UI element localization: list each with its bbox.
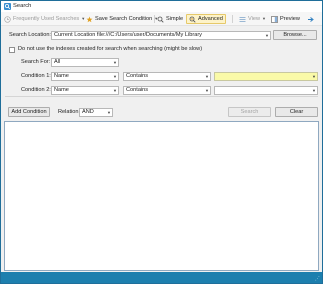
chevron-down-icon: ▼ — [312, 74, 316, 79]
advanced-mode-label: Advanced — [198, 16, 223, 22]
search-app-icon — [4, 3, 11, 10]
clear-button[interactable]: Clear — [275, 107, 318, 117]
condition-1-value-input[interactable]: ▼ — [214, 72, 318, 81]
simple-search-icon — [157, 16, 164, 23]
condition-1-field-select[interactable]: Name ▼ — [51, 72, 119, 81]
search-button[interactable]: Search — [228, 107, 271, 117]
history-icon — [4, 15, 11, 23]
search-results-pane[interactable] — [4, 121, 319, 271]
toolbar: Frequently Used Searches ▼ Save Search C… — [1, 12, 322, 26]
search-location-field[interactable]: Current Location file:///C:/Users/user/D… — [51, 31, 271, 40]
search-for-value: All — [54, 59, 61, 65]
toolbar-separator — [232, 15, 233, 23]
relation-select[interactable]: AND ▼ — [79, 108, 113, 117]
condition-1-field-value: Name — [54, 73, 69, 79]
search-conditions-panel: Search Location: Current Location file:/… — [1, 27, 322, 121]
chevron-down-icon: ▼ — [81, 16, 86, 21]
form-divider — [5, 96, 318, 97]
preview-button[interactable]: Preview — [271, 14, 300, 24]
pin-button[interactable] — [307, 14, 315, 24]
window-title: Search — [13, 3, 32, 9]
browse-button[interactable]: Browse... — [273, 30, 317, 40]
chevron-down-icon: ▼ — [113, 88, 117, 93]
no-index-label: Do not use the indexes created for searc… — [18, 46, 203, 52]
chevron-down-icon: ▼ — [205, 74, 209, 79]
relation-value: AND — [82, 109, 94, 115]
search-for-select[interactable]: All ▼ — [51, 58, 119, 67]
chevron-down-icon: ▼ — [262, 16, 266, 21]
advanced-mode-button[interactable]: Advanced — [186, 14, 226, 24]
simple-mode-button[interactable]: Simple — [157, 14, 183, 24]
search-location-label: Search Location: — [9, 32, 51, 38]
condition-2-field-value: Name — [54, 87, 69, 93]
search-for-label: Search For: — [21, 59, 51, 65]
chevron-down-icon: ▼ — [205, 88, 209, 93]
save-search-condition-button[interactable]: Save Search Condition ▼ — [86, 14, 158, 24]
condition-2-label: Condition 2: — [21, 87, 51, 93]
chevron-down-icon: ▼ — [113, 74, 117, 79]
preview-label: Preview — [280, 16, 300, 22]
frequently-used-searches-label: Frequently Used Searches — [13, 16, 80, 22]
preview-pane-icon — [271, 15, 278, 23]
simple-mode-label: Simple — [166, 16, 184, 22]
status-bar: ⋰ — [1, 272, 322, 283]
condition-1-operator-value: Contains — [126, 73, 149, 79]
view-button[interactable]: View ▼ — [239, 14, 266, 24]
pin-icon — [308, 16, 314, 22]
chevron-down-icon: ▼ — [107, 110, 111, 115]
add-condition-button[interactable]: Add Condition — [8, 107, 50, 117]
advanced-search-icon — [189, 16, 196, 23]
condition-2-operator-value: Contains — [126, 87, 149, 93]
view-list-icon — [239, 16, 246, 22]
condition-1-operator-select[interactable]: Contains ▼ — [123, 72, 211, 81]
save-search-condition-label: Save Search Condition — [95, 16, 153, 22]
condition-2-operator-select[interactable]: Contains ▼ — [123, 86, 211, 95]
chevron-down-icon: ▼ — [265, 33, 269, 38]
relation-label: Relation: — [58, 109, 81, 115]
chevron-down-icon: ▼ — [113, 60, 117, 65]
save-icon — [86, 16, 93, 22]
toolbar-separator — [154, 15, 155, 23]
frequently-used-searches-button[interactable]: Frequently Used Searches ▼ — [4, 14, 85, 24]
condition-2-field-select[interactable]: Name ▼ — [51, 86, 119, 95]
condition-2-value-input[interactable]: ▼ — [214, 86, 318, 95]
resize-grip-icon[interactable]: ⋰ — [315, 276, 320, 282]
search-window: Search Frequently Used Searches ▼ Save S… — [0, 0, 323, 284]
chevron-down-icon: ▼ — [312, 88, 316, 93]
view-label: View — [248, 16, 261, 22]
search-location-value: Current Location file:///C:/Users/user/D… — [54, 32, 202, 38]
condition-1-label: Condition 1: — [21, 73, 51, 79]
no-index-checkbox[interactable] — [9, 47, 15, 53]
title-bar: Search — [1, 1, 322, 12]
